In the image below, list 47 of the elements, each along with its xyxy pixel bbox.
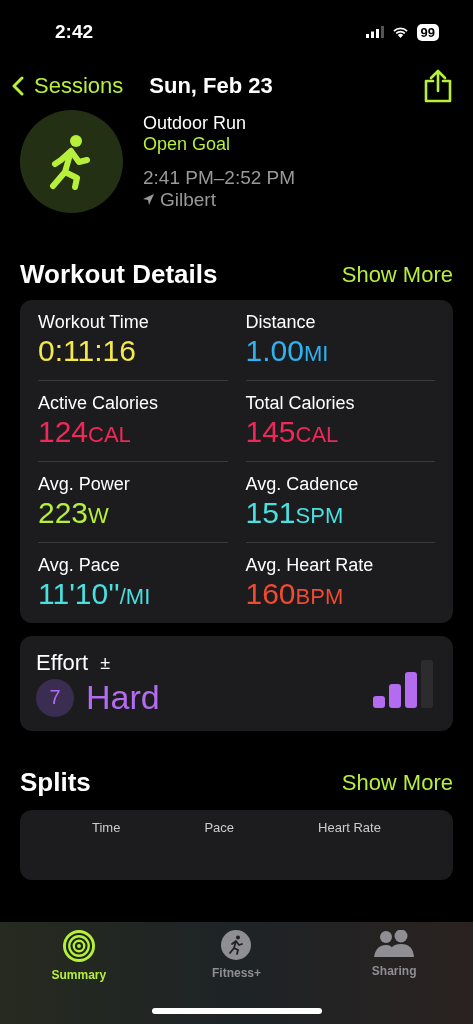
runner-icon bbox=[221, 930, 252, 960]
nav-title: Sun, Feb 23 bbox=[149, 73, 273, 99]
adjust-icon[interactable]: ± bbox=[100, 652, 111, 674]
metric-label: Avg. Heart Rate bbox=[245, 555, 375, 576]
metric-value: 11'10''/MI bbox=[38, 576, 152, 612]
workout-name: Outdoor Run bbox=[143, 112, 248, 134]
back-button[interactable]: Sessions bbox=[12, 73, 124, 99]
effort-rating: Hard bbox=[86, 678, 160, 717]
metric-label: Total Calories bbox=[245, 393, 356, 414]
metric-label: Avg. Pace bbox=[38, 555, 121, 576]
tab[interactable]: Summary bbox=[18, 930, 139, 982]
metric-label: Distance bbox=[245, 312, 317, 333]
column-header: Time bbox=[92, 820, 121, 835]
metric-value: 1.00MI bbox=[245, 333, 330, 369]
time-range: 2:41 PM–2:52 PM bbox=[143, 166, 296, 189]
metric-value: 145CAL bbox=[245, 414, 340, 450]
workout-goal: Open Goal bbox=[143, 133, 232, 155]
column-header: Pace bbox=[204, 820, 235, 835]
metric-value: 160BPM bbox=[245, 576, 345, 612]
show-more-link[interactable]: Show More bbox=[341, 769, 453, 796]
location-arrow-icon bbox=[143, 194, 154, 205]
tab[interactable]: Fitness+ bbox=[176, 930, 297, 982]
rings-icon bbox=[62, 930, 95, 962]
metric-value: 0:11:16 bbox=[38, 333, 137, 369]
battery-indicator: 99 bbox=[416, 23, 439, 41]
metric-value: 151SPM bbox=[245, 495, 345, 531]
metric-label: Workout Time bbox=[38, 312, 150, 333]
wifi-icon bbox=[391, 26, 409, 38]
metric-label: Avg. Cadence bbox=[245, 474, 360, 495]
share-icon[interactable] bbox=[423, 69, 453, 103]
status-time: 2:42 bbox=[55, 21, 94, 43]
chevron-left-icon bbox=[12, 76, 24, 96]
signal-icon bbox=[365, 26, 384, 38]
location-text: Gilbert bbox=[160, 188, 216, 211]
tab[interactable]: Sharing bbox=[334, 930, 455, 982]
metric-label: Active Calories bbox=[38, 393, 160, 414]
column-header: Heart Rate bbox=[318, 820, 381, 835]
metric-value: 124CAL bbox=[38, 414, 132, 450]
effort-card[interactable]: Effort ± 7 Hard bbox=[20, 636, 453, 731]
effort-score: 7 bbox=[36, 678, 74, 717]
metric-value: 223W bbox=[38, 495, 110, 531]
show-more-link[interactable]: Show More bbox=[341, 261, 453, 288]
effort-title: Effort bbox=[36, 650, 89, 676]
section-title: Workout Details bbox=[20, 259, 218, 290]
people-icon bbox=[374, 930, 415, 958]
section-title: Splits bbox=[20, 767, 91, 798]
metric-label: Avg. Power bbox=[38, 474, 131, 495]
